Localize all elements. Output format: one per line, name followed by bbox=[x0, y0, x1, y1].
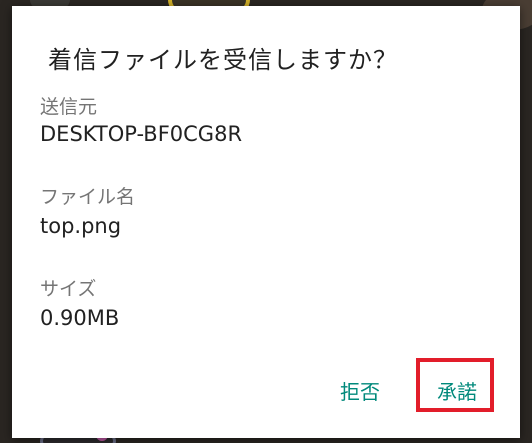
file-name-label: ファイル名 bbox=[40, 186, 136, 208]
sender-label: 送信元 bbox=[40, 96, 98, 118]
accept-button[interactable]: 承諾 bbox=[437, 376, 477, 405]
sender-value: DESKTOP-BF0CG8R bbox=[40, 122, 243, 146]
file-size-label: サイズ bbox=[40, 278, 97, 300]
reject-button[interactable]: 拒否 bbox=[340, 376, 380, 405]
incoming-file-dialog: 着信ファイルを受信しますか？ 送信元 DESKTOP-BF0CG8R ファイル名… bbox=[12, 6, 520, 438]
dialog-title: 着信ファイルを受信しますか？ bbox=[48, 46, 398, 74]
screen: 着信ファイルを受信しますか？ 送信元 DESKTOP-BF0CG8R ファイル名… bbox=[0, 0, 532, 443]
file-size-value: 0.90MB bbox=[40, 306, 120, 330]
file-name-value: top.png bbox=[40, 214, 122, 238]
